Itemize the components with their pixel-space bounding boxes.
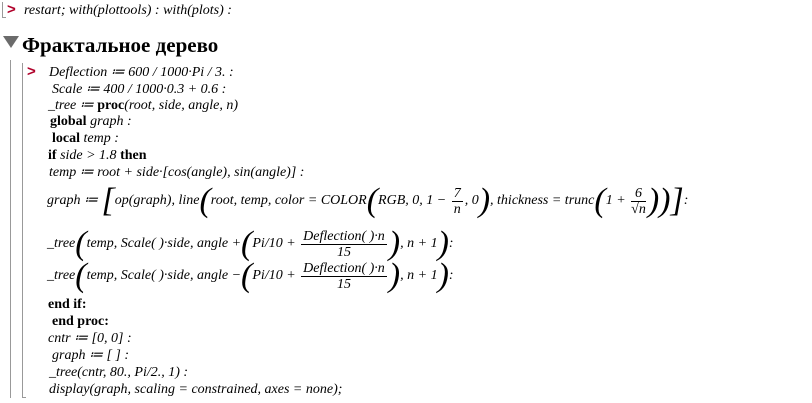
code-line-tree-start[interactable]: _tree(cntr, 80., Pi/2., 1) : bbox=[49, 364, 188, 381]
fraction-6-over-sqrt-n: 6 √n bbox=[631, 185, 646, 217]
group-bracket-top-tick bbox=[2, 17, 6, 18]
tree-call-2-n: , n + 1 bbox=[400, 268, 438, 284]
tree-call-1-args: temp, Scale( )·side, angle + bbox=[86, 236, 242, 252]
tree-call-2-inner-open: ( bbox=[241, 257, 253, 294]
tree-call-2-paren-open: ( bbox=[75, 257, 87, 294]
group-bracket-top bbox=[2, 2, 3, 17]
tree-call-2-end: : bbox=[448, 268, 454, 284]
code-line-if[interactable]: if side > 1.8 then bbox=[48, 147, 147, 164]
section-collapse-icon[interactable] bbox=[3, 36, 19, 48]
tree-call-2-inner-close: ) bbox=[388, 257, 401, 294]
if-condition: side > 1.8 bbox=[56, 148, 121, 163]
op-line: op(graph), line bbox=[114, 193, 200, 209]
code-line-cntr[interactable]: cntr ≔ [0, 0] : bbox=[48, 330, 132, 347]
input-prompt-top: > bbox=[7, 1, 16, 18]
proc-name: _tree ≔ bbox=[48, 98, 98, 113]
code-line-graph[interactable]: graph ≔ [op(graph), line(root, temp, col… bbox=[47, 183, 688, 219]
header-command-line[interactable]: restart; with(plottools) : with(plots) : bbox=[24, 2, 232, 19]
bracket-open-outer: [ bbox=[101, 182, 115, 219]
group-bracket-tick bbox=[22, 397, 26, 398]
section-bracket bbox=[10, 60, 11, 398]
paren-open-line: ( bbox=[199, 182, 211, 219]
tree-call-2-fraction: Deflection( )·n 15 bbox=[301, 260, 387, 292]
code-line-temp[interactable]: temp ≔ root + side·[cos(angle), sin(angl… bbox=[49, 164, 304, 181]
graph-line-end: : bbox=[683, 193, 689, 209]
bracket-close-outer: ] bbox=[670, 182, 684, 219]
local-keyword: local bbox=[52, 131, 80, 146]
tree-call-1-n: , n + 1 bbox=[400, 236, 438, 252]
graph-assign: graph ≔ bbox=[47, 193, 102, 209]
proc-args: (root, side, angle, n) bbox=[124, 98, 239, 113]
paren-close-trunc: ) bbox=[647, 182, 660, 219]
rgb-args: RGB, 0, 1 − bbox=[378, 193, 450, 209]
tree-call-2-paren-close: ) bbox=[437, 257, 449, 294]
code-line-end-if[interactable]: end if: bbox=[48, 296, 87, 313]
then-keyword: then bbox=[120, 148, 147, 163]
tree-call-1-pi: Pi/10 + bbox=[252, 236, 300, 252]
code-line-proc[interactable]: _tree ≔ proc(root, side, angle, n) bbox=[48, 97, 238, 114]
code-line-local[interactable]: local temp : bbox=[52, 130, 119, 147]
tree-call-2-name: _tree bbox=[47, 268, 76, 284]
tree-call-1-name: _tree bbox=[47, 236, 76, 252]
paren-close-color: ) bbox=[478, 182, 491, 219]
thickness-arg: , thickness = trunc bbox=[490, 193, 595, 209]
code-line-display[interactable]: display(graph, scaling = constrained, ax… bbox=[49, 381, 342, 398]
input-prompt: > bbox=[27, 63, 36, 80]
local-vars: temp : bbox=[80, 131, 119, 146]
code-line-end-proc[interactable]: end proc: bbox=[52, 313, 109, 330]
line-args: root, temp, color = COLOR bbox=[210, 193, 367, 209]
code-line-deflection[interactable]: Deflection ≔ 600 / 1000·Pi / 3. : bbox=[49, 64, 234, 81]
if-keyword: if bbox=[48, 148, 57, 163]
code-line-global[interactable]: global graph : bbox=[50, 113, 132, 130]
code-line-tree-call-2[interactable]: _tree(temp, Scale( )·side, angle −(Pi/10… bbox=[47, 258, 454, 294]
rgb-zero: , 0 bbox=[464, 193, 479, 209]
trunc-expr: 1 + bbox=[605, 193, 630, 209]
paren-open-color: ( bbox=[366, 182, 379, 219]
tree-call-1-end: : bbox=[448, 236, 454, 252]
tree-call-1-fraction: Deflection( )·n 15 bbox=[301, 228, 387, 260]
section-title: Фрактальное дерево bbox=[22, 33, 219, 57]
proc-keyword: proc bbox=[97, 98, 125, 113]
paren-open-trunc: ( bbox=[594, 182, 606, 219]
code-line-graph-init[interactable]: graph ≔ [ ] : bbox=[52, 347, 129, 364]
paren-close-line: ) bbox=[659, 182, 671, 219]
tree-call-2-pi: Pi/10 + bbox=[252, 268, 300, 284]
global-vars: graph : bbox=[86, 114, 132, 129]
global-keyword: global bbox=[50, 114, 87, 129]
fraction-7-over-n: 7n bbox=[451, 185, 463, 217]
code-line-scale[interactable]: Scale ≔ 400 / 1000·0.3 + 0.6 : bbox=[52, 81, 226, 98]
tree-call-2-args: temp, Scale( )·side, angle − bbox=[86, 268, 242, 284]
group-bracket bbox=[22, 63, 23, 397]
